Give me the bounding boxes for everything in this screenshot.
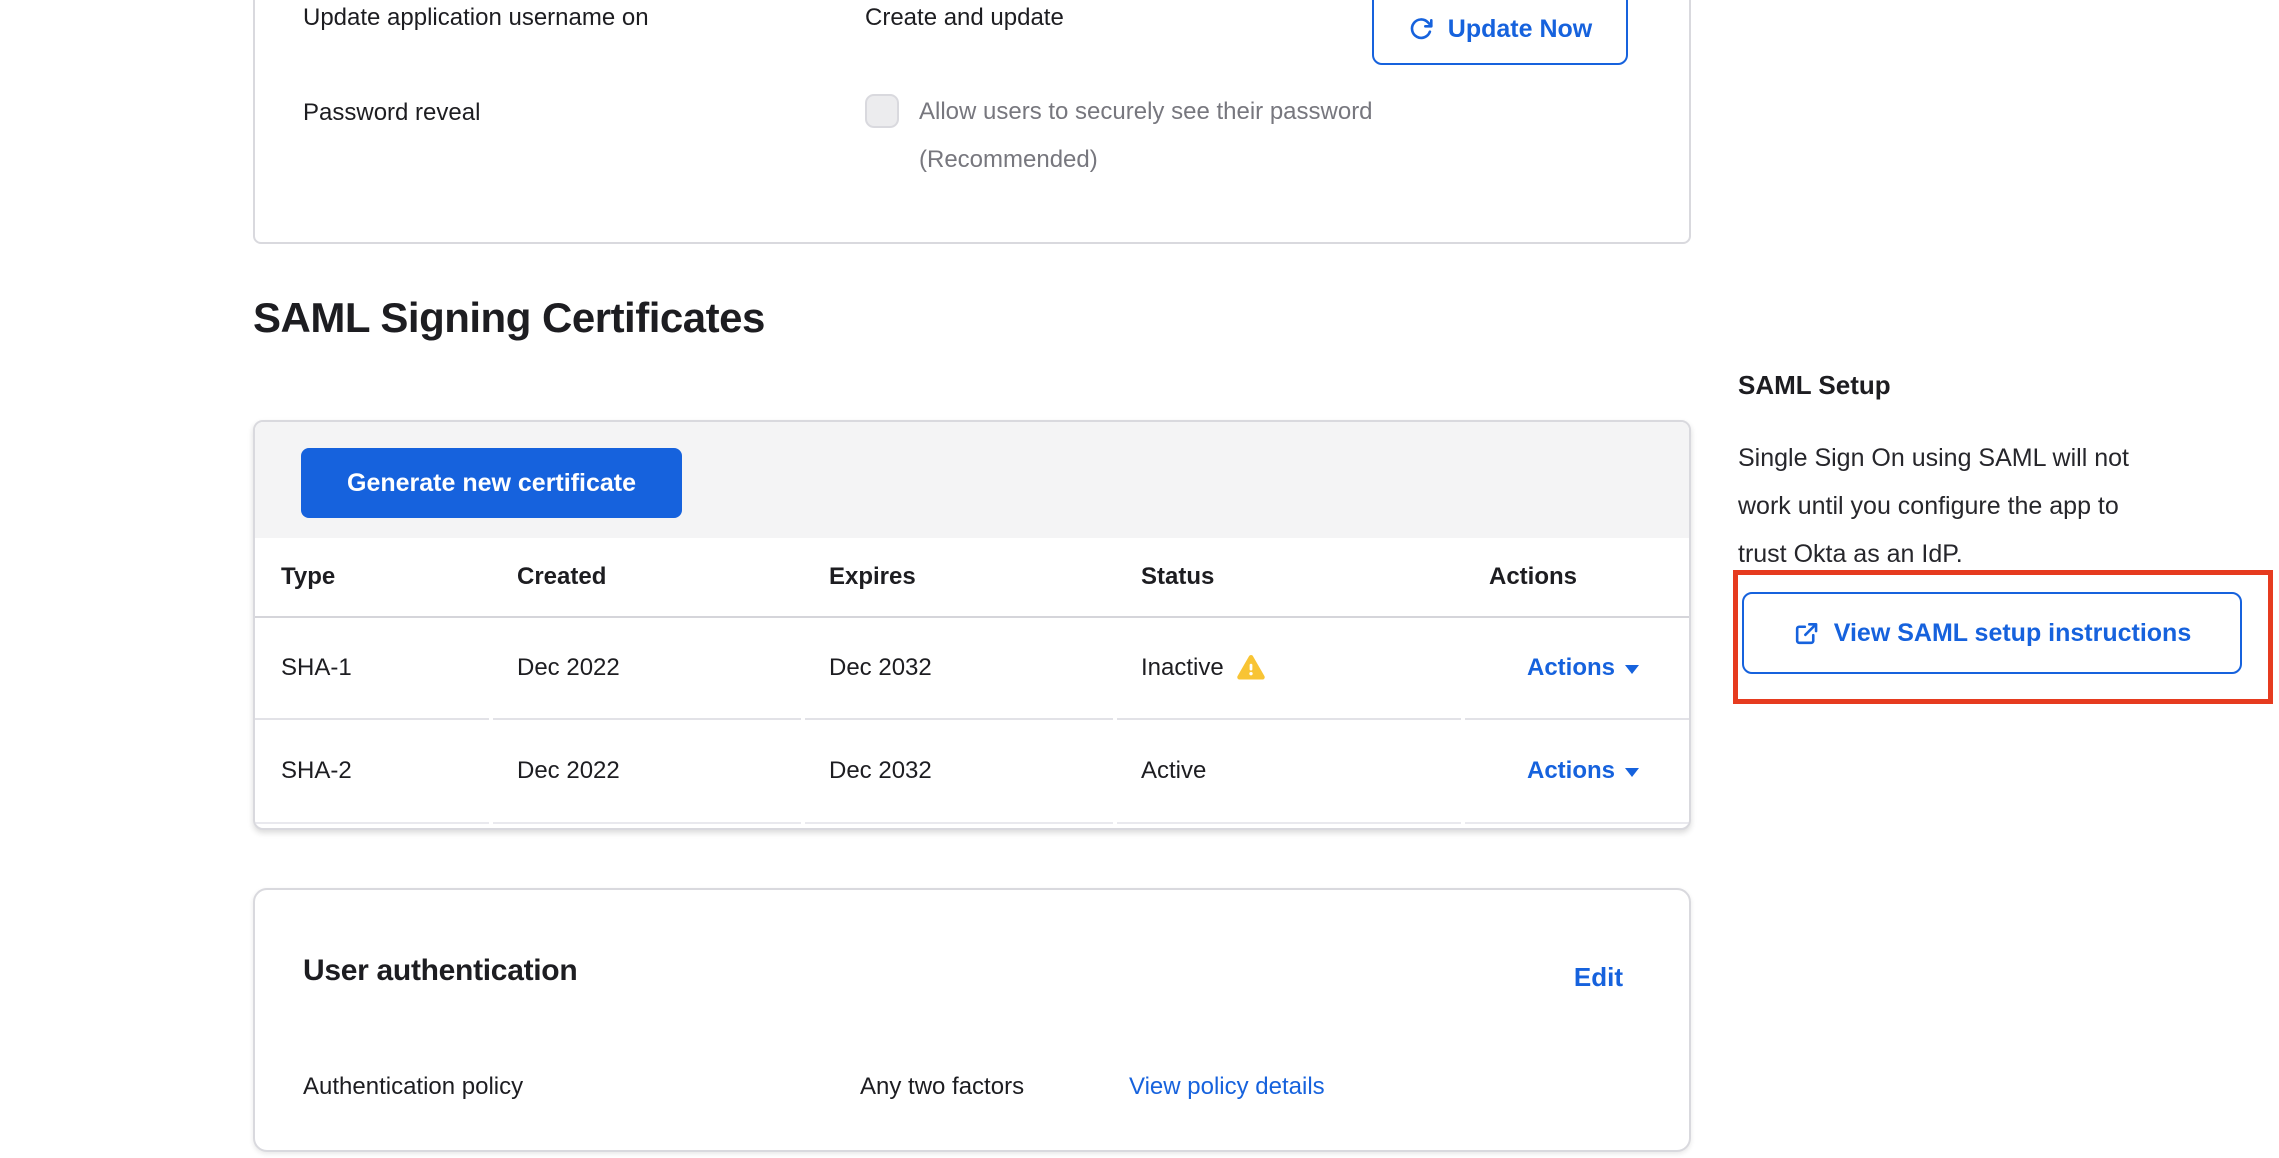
view-saml-setup-instructions-label: View SAML setup instructions — [1834, 619, 2191, 648]
column-header-expires: Expires — [805, 563, 1113, 591]
generate-certificate-button[interactable]: Generate new certificate — [301, 448, 682, 518]
certificate-row-sha1: SHA-1 Dec 2022 Dec 2032 Inactive Actions — [255, 618, 1689, 720]
view-policy-details-link[interactable]: View policy details — [1129, 1071, 1325, 1103]
actions-label: Actions — [1527, 654, 1615, 682]
page-canvas: Update application username on Create an… — [0, 0, 2279, 1158]
cell-status: Active — [1117, 720, 1461, 824]
cell-expires: Dec 2032 — [805, 720, 1113, 824]
certificate-row-sha2: SHA-2 Dec 2022 Dec 2032 Active Actions — [255, 720, 1689, 824]
column-header-type: Type — [255, 563, 489, 591]
view-saml-setup-instructions-button[interactable]: View SAML setup instructions — [1742, 592, 2242, 674]
cell-status: Inactive — [1117, 618, 1461, 720]
saml-setup-description-line: work until you configure the app to — [1738, 482, 2129, 530]
column-header-actions: Actions — [1465, 563, 1689, 591]
cell-type: SHA-1 — [255, 618, 489, 720]
warning-icon — [1236, 653, 1266, 683]
row-actions-menu-button[interactable]: Actions — [1465, 618, 1689, 720]
page-title: SAML Signing Certificates — [253, 294, 765, 342]
certificates-toolbar: Generate new certificate — [255, 422, 1689, 538]
username-update-value: Create and update — [865, 2, 1064, 34]
authentication-policy-value: Any two factors — [860, 1071, 1024, 1103]
password-reveal-checkbox[interactable] — [865, 94, 899, 128]
status-text: Inactive — [1141, 654, 1224, 682]
certificates-card: Generate new certificate Type Created Ex… — [253, 420, 1691, 830]
cell-created: Dec 2022 — [493, 720, 801, 824]
cell-expires: Dec 2032 — [805, 618, 1113, 720]
saml-setup-description: Single Sign On using SAML will not work … — [1738, 434, 2129, 578]
username-update-label: Update application username on — [303, 2, 649, 34]
chevron-down-icon — [1625, 768, 1639, 777]
external-link-icon — [1793, 620, 1820, 647]
column-header-status: Status — [1117, 563, 1461, 591]
column-header-created: Created — [493, 563, 801, 591]
edit-link[interactable]: Edit — [1574, 962, 1623, 993]
password-reveal-checkbox-label: Allow users to securely see their passwo… — [919, 88, 1373, 184]
cell-created: Dec 2022 — [493, 618, 801, 720]
update-now-button[interactable]: Update Now — [1372, 0, 1628, 65]
checkbox-label-line2: (Recommended) — [919, 136, 1373, 184]
authentication-policy-label: Authentication policy — [303, 1071, 523, 1103]
checkbox-label-line1: Allow users to securely see their passwo… — [919, 88, 1373, 136]
actions-label: Actions — [1527, 757, 1615, 785]
cell-type: SHA-2 — [255, 720, 489, 824]
refresh-icon — [1408, 16, 1434, 42]
user-authentication-card: User authentication Edit Authentication … — [253, 888, 1691, 1152]
status-text: Active — [1141, 757, 1206, 785]
chevron-down-icon — [1625, 665, 1639, 674]
row-actions-menu-button[interactable]: Actions — [1465, 720, 1689, 824]
sign-on-settings-card: Update application username on Create an… — [253, 0, 1691, 244]
update-now-label: Update Now — [1448, 15, 1592, 44]
saml-setup-title: SAML Setup — [1738, 370, 1891, 401]
saml-setup-description-line: Single Sign On using SAML will not — [1738, 434, 2129, 482]
certificates-table-header: Type Created Expires Status Actions — [255, 538, 1689, 618]
user-authentication-title: User authentication — [303, 954, 577, 988]
password-reveal-label: Password reveal — [303, 97, 480, 129]
